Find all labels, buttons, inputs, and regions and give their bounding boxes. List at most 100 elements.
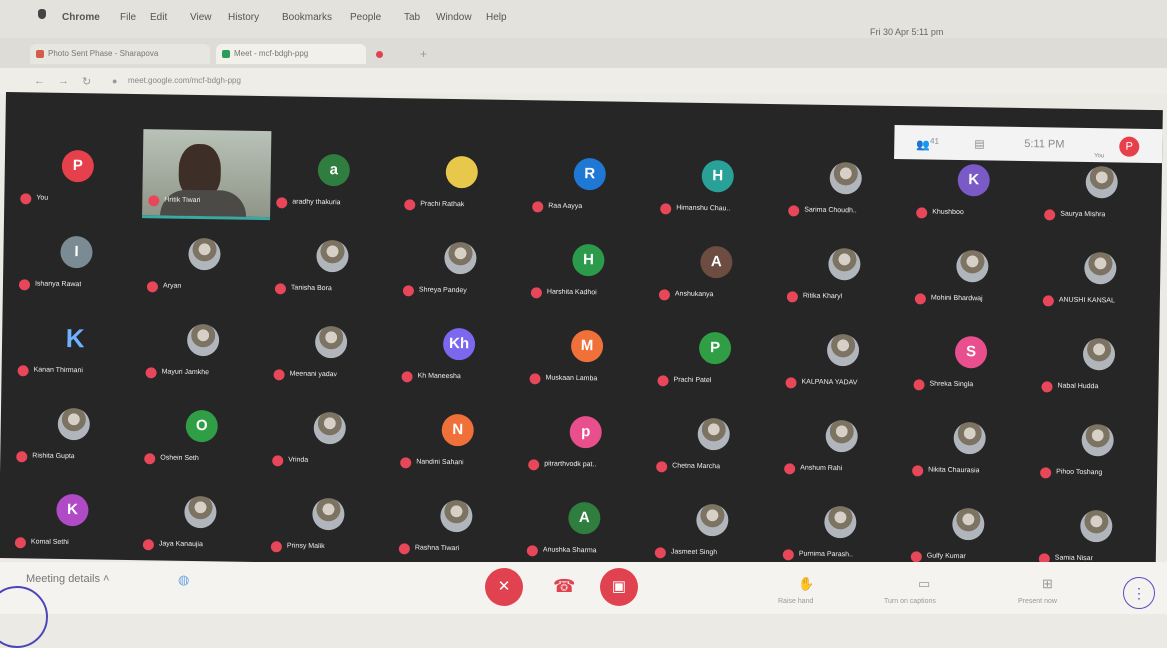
attachment-icon[interactable]: ◍ — [178, 572, 189, 588]
mic-muted-icon — [784, 463, 796, 475]
participant-tile[interactable]: P Prachi Patel — [651, 310, 780, 392]
menu-tab[interactable]: Tab — [404, 12, 420, 23]
end-call-button[interactable]: ☎ — [553, 576, 575, 597]
participant-tile[interactable]: Samia Nisar — [1033, 488, 1162, 570]
url-field[interactable]: meet.google.com/mcf-bdgh-ppg — [128, 76, 241, 85]
more-options-button[interactable]: ⋮ — [1123, 577, 1155, 609]
captions-icon[interactable]: ▭ — [918, 576, 930, 592]
participant-tile[interactable]: K Khushboo — [910, 142, 1039, 224]
participant-name: Anshum Rahi — [800, 464, 843, 473]
participant-tile[interactable]: Jasmeet Singh — [649, 482, 778, 564]
mic-muted-icon — [910, 551, 922, 563]
participant-name: Raa Aayya — [548, 202, 583, 211]
participant-tile[interactable]: Sarima Choudh.. — [782, 140, 911, 222]
present-icon[interactable]: ⊞ — [1042, 576, 1053, 592]
tab-photo-sent[interactable]: Photo Sent Phase - Sharapova — [30, 44, 210, 64]
raise-hand-icon[interactable]: ✋ — [798, 576, 814, 592]
mic-muted-icon — [1041, 381, 1053, 393]
participant-tile[interactable]: N Nandini Sahani — [394, 392, 523, 474]
participant-tile[interactable]: Vrinda — [266, 390, 395, 472]
participant-tile[interactable]: P You — [14, 128, 143, 210]
menu-view[interactable]: View — [190, 12, 212, 23]
participant-tile[interactable]: S Shreka Singla — [907, 314, 1036, 396]
participant-avatar — [825, 419, 858, 453]
mic-muted-icon — [654, 547, 666, 559]
menu-history[interactable]: History — [228, 12, 259, 23]
mic-muted-icon — [530, 287, 542, 299]
participant-tile[interactable]: Meenani yadav — [267, 304, 396, 386]
raise-hand-label: Raise hand — [778, 598, 814, 605]
mic-off-button[interactable]: ✕ — [485, 568, 523, 606]
participant-tile[interactable]: Tanisha Bora — [269, 218, 398, 300]
menu-clock: Fri 30 Apr 5:11 pm — [870, 27, 944, 37]
participant-avatar — [314, 325, 348, 359]
mic-muted-icon — [658, 289, 670, 301]
participant-avatar: S — [954, 335, 988, 369]
participant-tile[interactable]: Mohini Bhardwaj — [909, 228, 1038, 310]
mic-muted-icon — [142, 539, 154, 551]
menu-window[interactable]: Window — [436, 12, 472, 23]
forward-icon[interactable]: → — [58, 75, 69, 87]
participant-tile[interactable]: H Himanshu Chau.. — [654, 138, 783, 220]
participant-name: Muskaan Lamba — [545, 374, 598, 383]
menu-app-name[interactable]: Chrome — [62, 12, 100, 23]
participant-tile[interactable]: Kh Kh Maneesha — [395, 306, 524, 388]
participant-tile[interactable]: R Raa Aayya — [526, 136, 655, 218]
participant-name: Chetna Marcha — [672, 462, 721, 471]
participant-tile[interactable]: Rishita Gupta — [10, 386, 139, 468]
participant-tile[interactable]: I Ishanya Rawat — [13, 214, 142, 296]
participant-tile[interactable]: a aradhy thakuria — [270, 132, 399, 214]
menu-people[interactable]: People — [350, 12, 381, 23]
participant-tile[interactable]: Shreya Pandey — [397, 220, 526, 302]
camera-off-button[interactable]: ▣ — [600, 568, 638, 606]
participant-tile[interactable]: Jaya Kanaujia — [137, 474, 266, 556]
participant-tile[interactable]: Prinsy Malik — [265, 476, 394, 558]
participant-avatar — [57, 407, 91, 441]
participant-tile[interactable]: Nikita Chaurasia — [906, 400, 1035, 482]
participant-tile[interactable]: K Komal Sethi — [9, 472, 138, 554]
participant-tile[interactable]: Ritika Kharyl — [781, 226, 910, 308]
mic-muted-icon — [273, 369, 285, 381]
participant-name: Prachi Patel — [673, 376, 712, 385]
mic-muted-icon — [18, 279, 31, 291]
participant-avatar — [1082, 337, 1116, 371]
menu-edit[interactable]: Edit — [150, 12, 167, 23]
participant-name: Mohini Bhardwaj — [930, 294, 983, 303]
participant-tile[interactable]: Chetna Marcha — [650, 396, 779, 478]
tab-meet[interactable]: Meet - mcf-bdgh-ppg — [216, 44, 366, 64]
participant-tile[interactable]: A Anushka Sharma — [521, 480, 650, 562]
participant-tile[interactable]: Hritik Tiwari — [142, 130, 271, 212]
participant-tile[interactable]: O Oshein Seth — [138, 388, 267, 470]
participant-tile[interactable]: ANUSHI KANSAL — [1037, 230, 1166, 312]
participant-tile[interactable]: p pitrarthvodk pat.. — [522, 394, 651, 476]
meeting-details-button[interactable]: Meeting details ˄ — [26, 573, 109, 585]
reload-icon[interactable]: ↻ — [82, 75, 91, 88]
participant-tile[interactable]: Nabal Hudda — [1035, 316, 1164, 398]
participant-name: ANUSHI KANSAL — [1058, 296, 1115, 305]
participant-tile[interactable]: M Muskaan Lamba — [523, 308, 652, 390]
back-icon[interactable]: ← — [34, 75, 45, 87]
participant-tile[interactable]: Anshum Rahi — [778, 398, 907, 480]
participant-tile[interactable]: Pihoo Toshang — [1034, 402, 1163, 484]
menu-file[interactable]: File — [120, 12, 136, 23]
participant-tile[interactable]: Gulfy Kumar — [905, 486, 1034, 568]
participant-name: Pihoo Toshang — [1056, 468, 1103, 477]
participant-avatar — [312, 497, 345, 531]
participant-tile[interactable]: H Harshita Kadhoi — [525, 222, 654, 304]
participant-name: Rishita Gupta — [32, 452, 75, 461]
participant-tile[interactable]: Prachi Rathak — [398, 134, 527, 216]
mic-muted-icon — [14, 537, 27, 549]
participant-tile[interactable]: Saurya Mishra — [1038, 144, 1167, 226]
apple-icon[interactable] — [38, 9, 46, 19]
participant-tile[interactable]: Aryan — [141, 216, 270, 298]
menu-bookmarks[interactable]: Bookmarks — [282, 12, 332, 23]
new-tab-icon[interactable]: + — [420, 47, 427, 61]
participant-tile[interactable]: A Anshukanya — [653, 224, 782, 306]
participant-name: Vrinda — [288, 456, 309, 464]
participant-tile[interactable]: K Kanan Thirmani — [11, 300, 140, 382]
participant-tile[interactable]: KALPANA YADAV — [779, 312, 908, 394]
participant-tile[interactable]: Rashna Tiwari — [393, 478, 522, 560]
menu-help[interactable]: Help — [486, 12, 507, 23]
participant-tile[interactable]: Mayuri Jamkhe — [139, 302, 268, 384]
participant-tile[interactable]: Purnima Parash.. — [777, 484, 906, 566]
